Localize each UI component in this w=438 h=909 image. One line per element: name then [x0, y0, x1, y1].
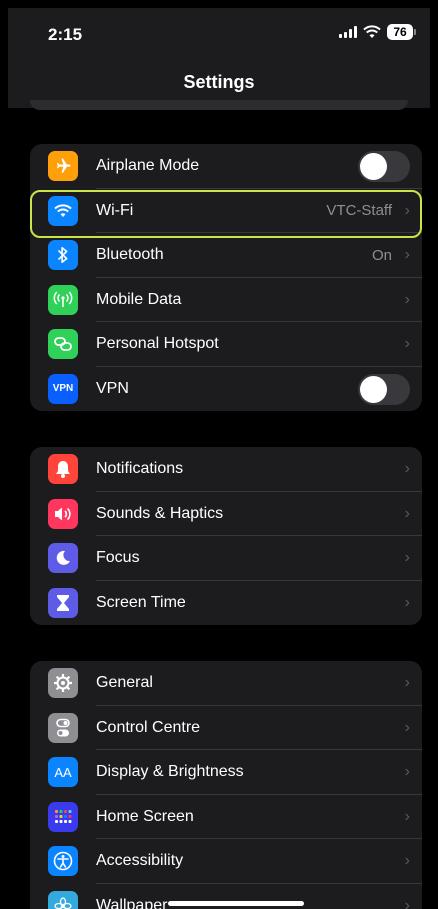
vpn-icon: VPN [48, 373, 78, 404]
chevron-right-icon: › [404, 246, 410, 264]
chevron-right-icon: › [404, 763, 410, 781]
chevron-right-icon: › [404, 335, 410, 353]
chevron-right-icon: › [404, 290, 410, 308]
row-label: Mobile Data [96, 290, 182, 308]
row-label: Sounds & Haptics [96, 504, 224, 522]
row-label: Bluetooth [96, 246, 164, 264]
row-label: Accessibility [96, 852, 184, 870]
settings-row-airplane-mode[interactable]: Airplane Mode [30, 144, 422, 189]
bluetooth-icon [48, 240, 78, 270]
settings-row-focus[interactable]: Focus › [30, 536, 422, 581]
search-area-edge [30, 100, 408, 110]
notifications-group: Notifications › Sounds & Haptics › Focus… [30, 447, 422, 625]
settings-row-display-brightness[interactable]: AA Display & Brightness › [30, 750, 422, 795]
chevron-right-icon: › [404, 807, 410, 825]
settings-row-general[interactable]: General › [30, 661, 422, 706]
airplane-mode-toggle[interactable] [358, 151, 410, 182]
settings-row-accessibility[interactable]: Accessibility › [30, 839, 422, 884]
hourglass-icon [48, 587, 78, 618]
chevron-right-icon: › [404, 896, 410, 909]
row-label: Home Screen [96, 807, 194, 825]
switches-icon [48, 712, 78, 743]
row-label: General [96, 674, 153, 692]
settings-screen: 2:15 76 Settings Airplane Mode Wi-Fi VTC… [8, 8, 430, 909]
chevron-right-icon: › [404, 549, 410, 567]
wifi-highlight-outline [30, 190, 422, 238]
row-label: VPN [96, 379, 129, 397]
general-group: General › Control Centre › AA Display & … [30, 661, 422, 909]
connectivity-group: Airplane Mode Wi-Fi VTC-Staff › Bluetoot… [30, 144, 422, 411]
chevron-right-icon: › [404, 593, 410, 611]
row-label: Notifications [96, 460, 184, 478]
settings-row-home-screen[interactable]: Home Screen › [30, 795, 422, 839]
row-label: Display & Brightness [96, 763, 244, 781]
chevron-right-icon: › [404, 718, 410, 736]
chevron-right-icon: › [404, 852, 410, 870]
status-bar: 2:15 76 [8, 8, 430, 58]
row-label: Airplane Mode [96, 157, 200, 175]
chevron-right-icon: › [404, 504, 410, 522]
settings-row-notifications[interactable]: Notifications › [30, 447, 422, 492]
home-grid-icon [48, 801, 78, 832]
battery-icon: 76 [387, 24, 416, 40]
moon-icon [48, 543, 78, 573]
settings-row-sounds-haptics[interactable]: Sounds & Haptics › [30, 492, 422, 536]
vpn-toggle[interactable] [358, 373, 410, 405]
settings-row-mobile-data[interactable]: Mobile Data › [30, 278, 422, 322]
settings-row-personal-hotspot[interactable]: Personal Hotspot › [30, 322, 422, 367]
settings-row-screen-time[interactable]: Screen Time › [30, 581, 422, 626]
gear-icon [48, 668, 78, 698]
accessibility-icon [48, 846, 78, 876]
settings-row-control-centre[interactable]: Control Centre › [30, 706, 422, 750]
airplane-icon [48, 151, 78, 181]
status-indicators: 76 [339, 24, 416, 40]
page-title: Settings [183, 72, 255, 92]
home-indicator[interactable] [168, 901, 304, 906]
row-label: Personal Hotspot [96, 335, 219, 353]
bell-icon [48, 454, 78, 484]
display-icon: AA [48, 757, 78, 787]
flower-icon [48, 890, 78, 909]
settings-row-bluetooth[interactable]: Bluetooth On › [30, 233, 422, 278]
battery-level: 76 [387, 24, 413, 40]
wifi-status-icon [363, 25, 381, 38]
row-label: Focus [96, 549, 140, 567]
hotspot-icon [48, 329, 78, 359]
status-time: 2:15 [48, 25, 83, 44]
speaker-icon [48, 498, 78, 529]
row-label: Screen Time [96, 593, 186, 611]
row-label: Control Centre [96, 718, 201, 736]
chevron-right-icon: › [404, 674, 410, 692]
cellular-signal-icon [339, 26, 357, 38]
chevron-right-icon: › [404, 460, 410, 478]
bluetooth-status-value: On [371, 246, 392, 264]
settings-row-vpn[interactable]: VPN VPN [30, 367, 422, 412]
row-label: Wallpaper [96, 896, 168, 909]
antenna-icon [48, 284, 78, 315]
